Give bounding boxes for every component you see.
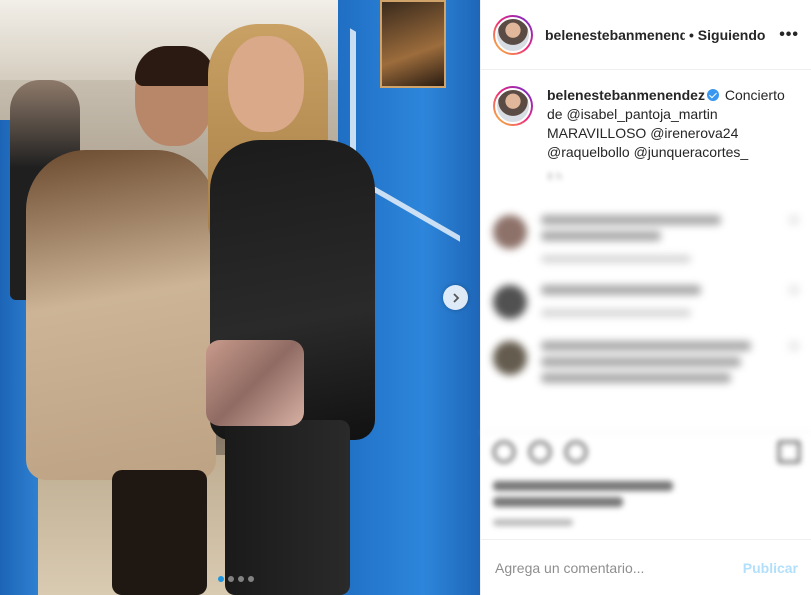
caption-line-4: @raquelbollo @junqueracortes_ <box>547 144 749 160</box>
comment-heart-icon <box>789 215 799 225</box>
photo-handbag <box>206 340 304 426</box>
comment-text <box>541 285 701 295</box>
comment-input[interactable] <box>495 559 743 576</box>
caption-avatar[interactable] <box>493 86 533 126</box>
comment-bubble-icon[interactable] <box>529 441 551 463</box>
likes-count[interactable] <box>493 497 623 507</box>
post-sidebar: belenestebanmenendez • Siguiendo ••• bel… <box>480 0 811 595</box>
caption: belenestebanmenendez Concierto de @isabe… <box>481 70 811 193</box>
more-options-icon[interactable]: ••• <box>779 26 799 44</box>
verified-badge-icon <box>706 89 719 101</box>
comment-text <box>541 215 721 225</box>
caption-line-1: Concierto <box>724 87 785 103</box>
share-plane-icon[interactable] <box>565 441 587 463</box>
photo-poster <box>380 0 446 88</box>
author-username[interactable]: belenestebanmenendez <box>545 27 685 43</box>
caption-username[interactable]: belenestebanmenendez <box>547 87 705 103</box>
post-actions <box>481 432 811 534</box>
caption-line-3: MARAVILLOSO @irenerova24 <box>547 125 739 141</box>
avatar-image <box>495 16 531 53</box>
save-bookmark-icon[interactable] <box>778 441 800 463</box>
caption-text: belenestebanmenendez Concierto de @isabe… <box>547 86 792 187</box>
carousel-indicator <box>218 576 254 582</box>
comment-item <box>493 341 799 389</box>
comment-item <box>493 215 799 263</box>
comment-text <box>541 231 661 241</box>
likes-summary[interactable] <box>493 481 673 491</box>
comment-avatar <box>493 285 527 319</box>
post-date <box>493 519 573 526</box>
author-avatar[interactable] <box>493 14 533 55</box>
comment-avatar <box>493 215 527 249</box>
add-comment-bar: Publicar <box>481 539 811 595</box>
comments-list <box>481 193 811 389</box>
photo-woman-right-face <box>228 36 304 132</box>
photo-woman-left-boots <box>112 470 207 595</box>
comment-body <box>541 285 783 319</box>
carousel-next-button[interactable] <box>443 285 468 310</box>
photo-woman-left <box>26 150 216 480</box>
action-icons <box>493 441 800 463</box>
avatar-image <box>495 88 531 124</box>
comment-meta <box>541 255 691 263</box>
comment-heart-icon <box>789 285 799 295</box>
caption-line-2: de @isabel_pantoja_martin <box>547 106 718 122</box>
comment-text <box>541 341 751 351</box>
comment-body <box>541 215 783 263</box>
carousel-dot <box>228 576 234 582</box>
carousel-dot <box>218 576 224 582</box>
separator-dot: • <box>689 26 694 43</box>
comment-item <box>493 285 799 319</box>
comment-avatar <box>493 341 527 375</box>
comment-heart-icon <box>789 341 799 351</box>
comment-body <box>541 341 783 389</box>
following-label[interactable]: Siguiendo <box>698 27 766 43</box>
carousel-dot <box>248 576 254 582</box>
post-header: belenestebanmenendez • Siguiendo ••• <box>481 0 811 70</box>
follow-status[interactable]: • Siguiendo <box>689 27 765 43</box>
carousel-dot <box>238 576 244 582</box>
caption-time: 8 h <box>547 171 563 183</box>
comment-meta <box>541 309 691 317</box>
comment-text <box>541 357 741 367</box>
like-heart-icon[interactable] <box>493 441 515 463</box>
post-photo[interactable] <box>0 0 480 595</box>
chevron-right-icon <box>452 292 459 303</box>
post-modal: belenestebanmenendez • Siguiendo ••• bel… <box>0 0 811 595</box>
photo-woman-right-boots <box>225 420 350 595</box>
publish-button[interactable]: Publicar <box>743 560 798 576</box>
comment-text <box>541 373 731 383</box>
